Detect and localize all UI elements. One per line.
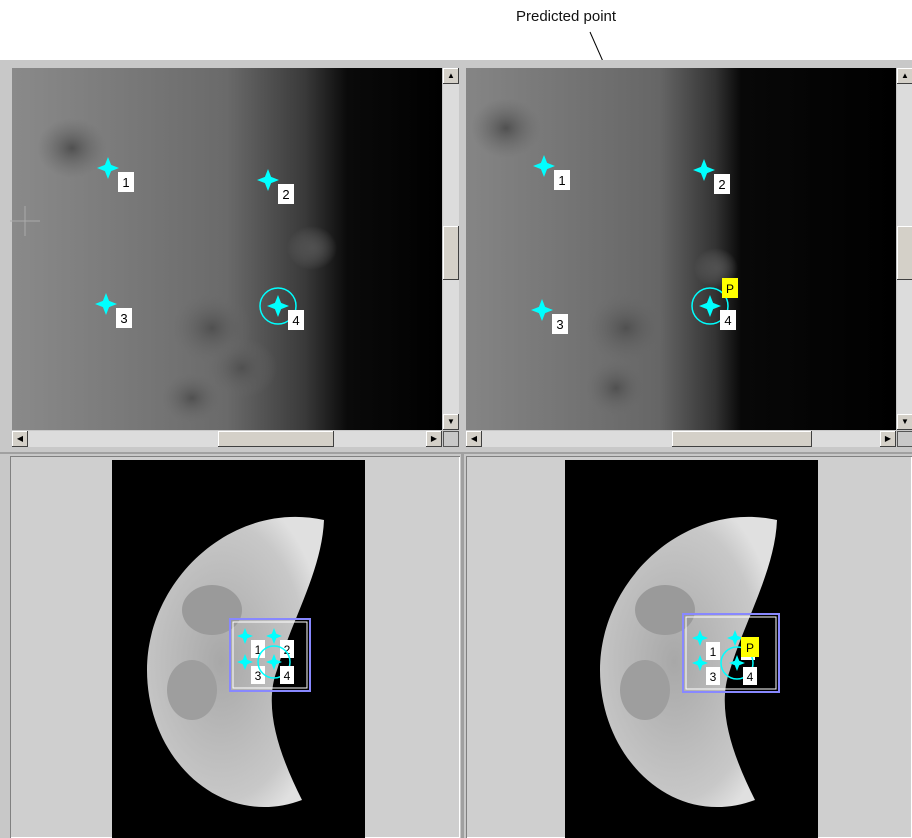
scroll-down-button[interactable]: ▼	[443, 414, 459, 430]
point-label: 2	[282, 187, 289, 202]
predicted-label-text: P	[746, 641, 754, 655]
control-point-tool-window: 1 2 3 4 ▲ ▼ ◀ ▶ 1 2 3 4 P ▲ ▼ ◀ ▶ 1 2 3 4 1…	[0, 60, 912, 838]
base-detail-vscroll[interactable]: ▲ ▼	[897, 68, 912, 430]
point-label: 3	[710, 670, 717, 684]
crosshair-cursor-icon	[10, 206, 40, 236]
point-label: 1	[122, 175, 129, 190]
pane-divider-vertical[interactable]	[461, 454, 464, 838]
point-label: 4	[284, 669, 291, 683]
scroll-left-button[interactable]: ◀	[466, 431, 482, 447]
scroll-left-button[interactable]: ◀	[12, 431, 28, 447]
point-label: 1	[255, 643, 262, 657]
predicted-point-label: P	[741, 637, 759, 657]
input-overview-pane: 1234	[10, 456, 460, 838]
base-detail-image[interactable]: 1 2 3 4 P	[466, 68, 896, 430]
point-label: 3	[120, 311, 127, 326]
input-detail-vscroll[interactable]: ▲ ▼	[443, 68, 459, 430]
scroll-thumb[interactable]	[672, 431, 812, 447]
scroll-thumb[interactable]	[443, 226, 459, 280]
point-label: 4	[747, 670, 754, 684]
scroll-thumb[interactable]	[218, 431, 334, 447]
scroll-up-button[interactable]: ▲	[443, 68, 459, 84]
point-label: 4	[292, 313, 299, 328]
input-detail-image[interactable]: 1 2 3 4	[12, 68, 442, 430]
scroll-corner	[443, 431, 459, 447]
scroll-right-button[interactable]: ▶	[880, 431, 896, 447]
input-detail-hscroll[interactable]: ◀ ▶	[12, 431, 442, 447]
base-overview-pane: 1234P	[466, 456, 912, 838]
predicted-point-label: P	[722, 278, 738, 298]
pane-divider-horizontal	[0, 452, 912, 454]
base-overview-image[interactable]: 1234P	[565, 460, 818, 838]
point-label: 1	[558, 173, 565, 188]
input-overview-view[interactable]: 1234	[112, 460, 365, 838]
base-detail-view[interactable]: 1 2 3 4 P	[466, 68, 896, 430]
point-label: 1	[710, 645, 717, 659]
predicted-label-text: P	[726, 282, 734, 296]
point-label: 3	[556, 317, 563, 332]
scroll-down-button[interactable]: ▼	[897, 414, 912, 430]
point-label: 4	[724, 313, 731, 328]
scroll-up-button[interactable]: ▲	[897, 68, 912, 84]
scroll-corner	[897, 431, 912, 447]
input-detail-view[interactable]: 1 2 3 4	[12, 68, 442, 430]
scroll-thumb[interactable]	[897, 226, 912, 280]
point-label: 2	[718, 177, 725, 192]
base-overview-view[interactable]: 1234P	[565, 460, 818, 838]
input-overview-image[interactable]: 1 23 4	[112, 460, 365, 838]
predicted-point-callout: Predicted point	[516, 8, 617, 25]
base-detail-hscroll[interactable]: ◀ ▶	[466, 431, 896, 447]
scroll-right-button[interactable]: ▶	[426, 431, 442, 447]
